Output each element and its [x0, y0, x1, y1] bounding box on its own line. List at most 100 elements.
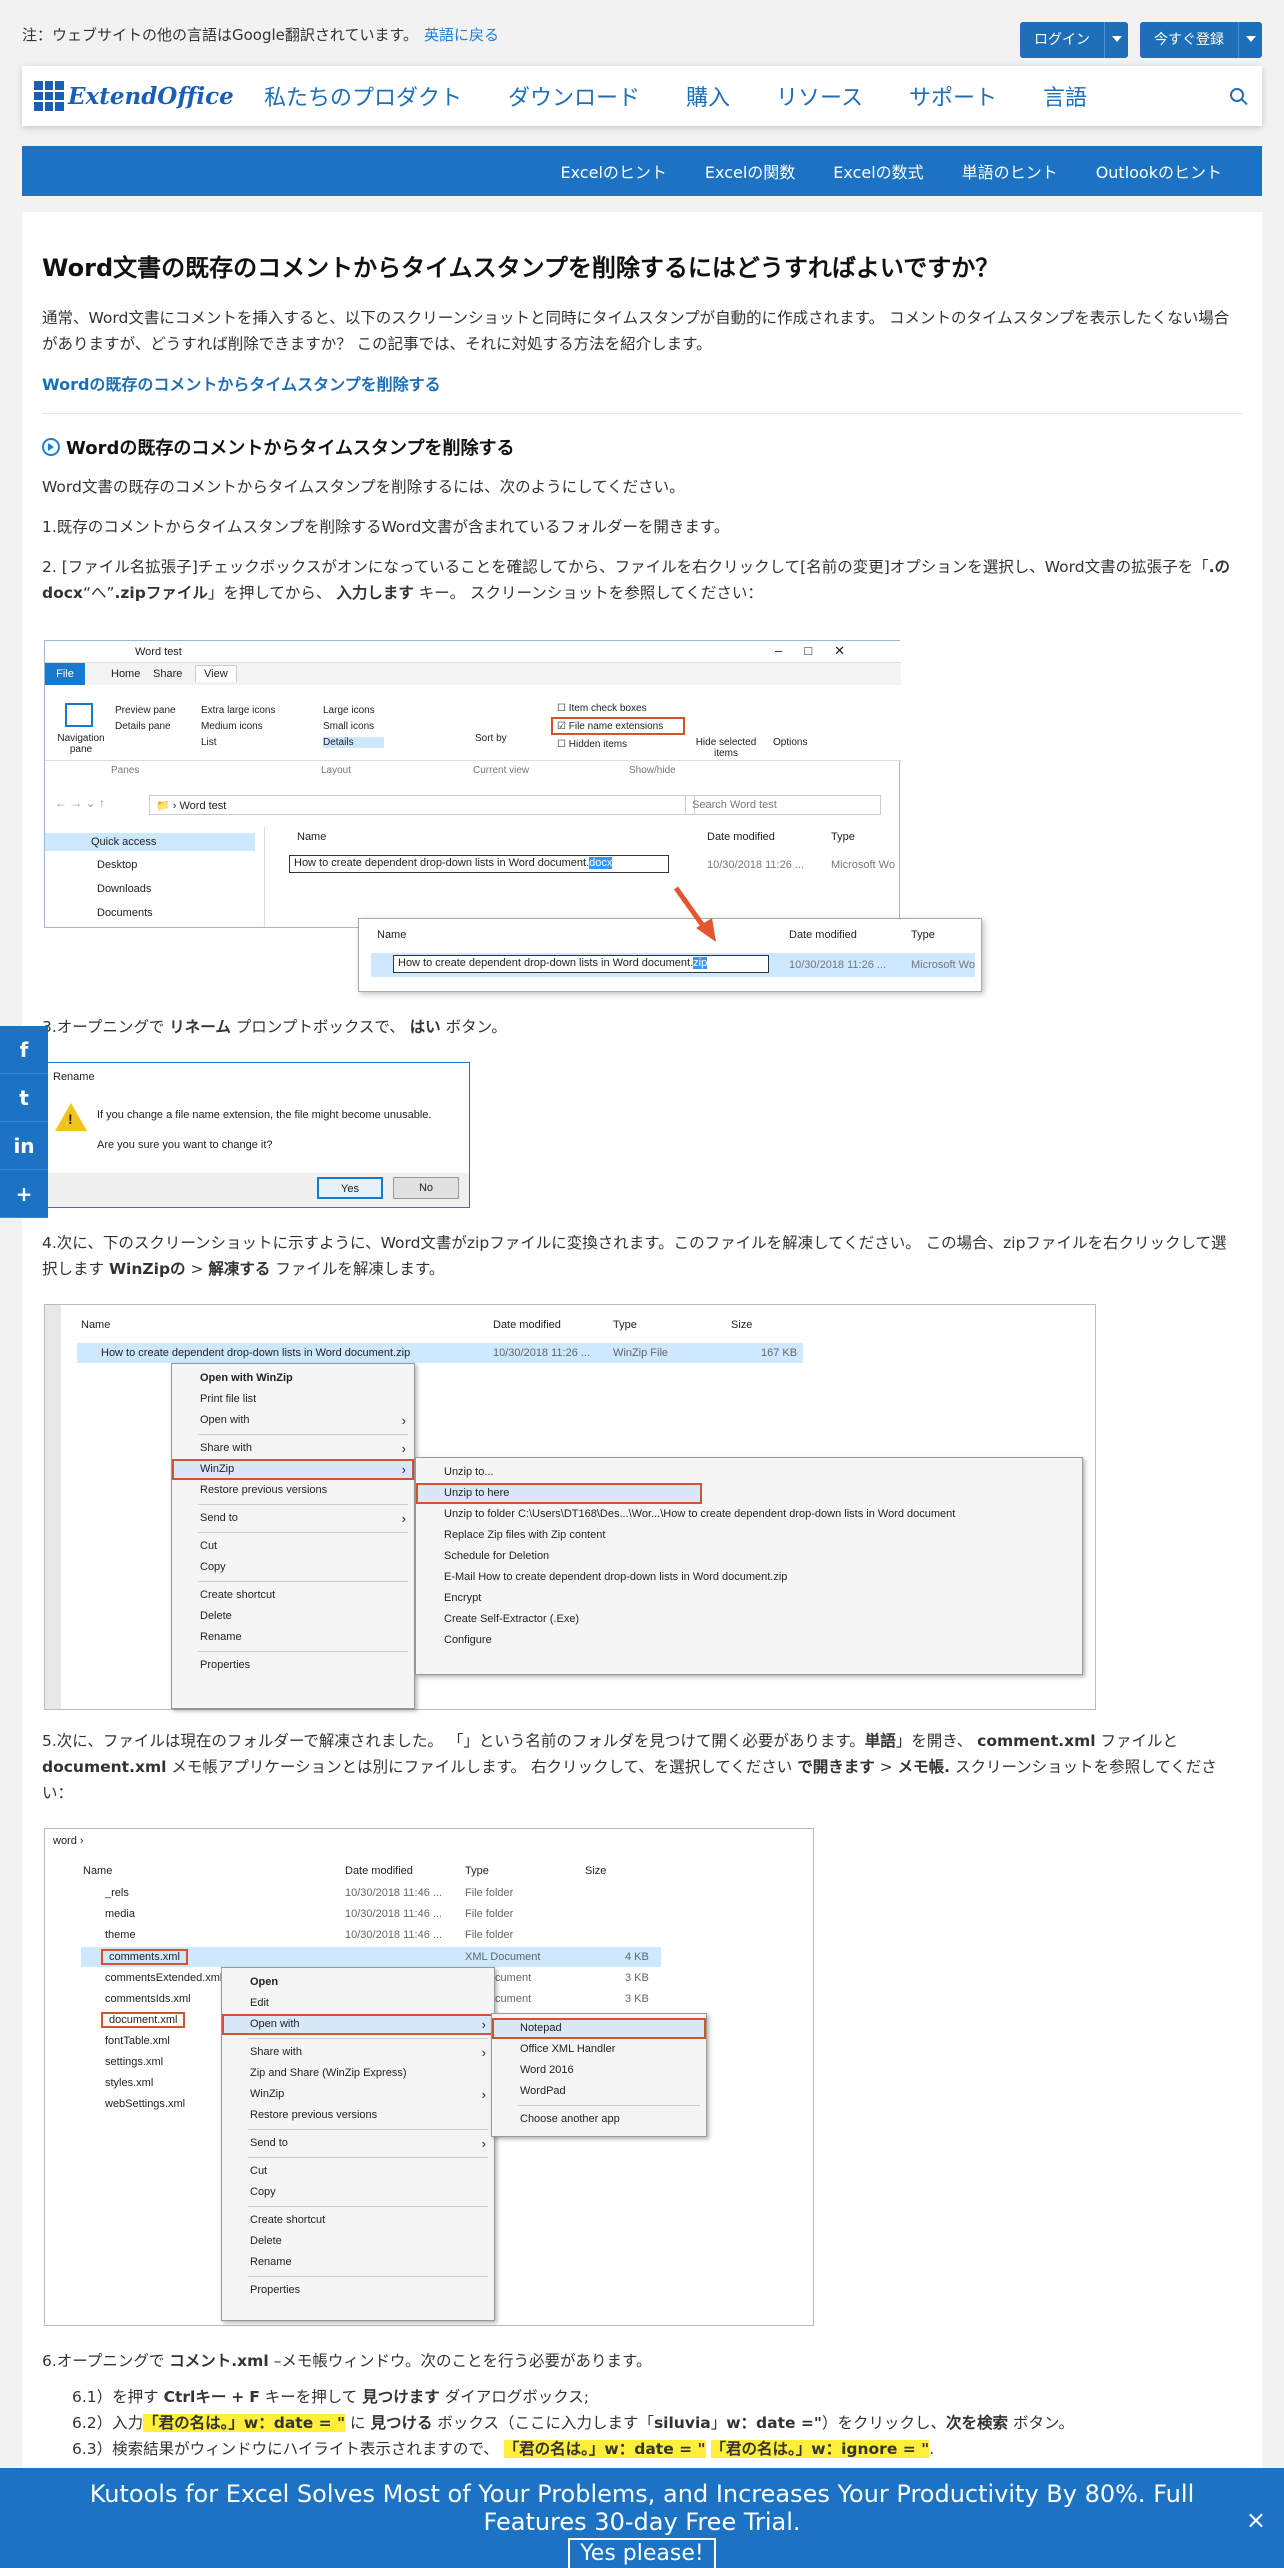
layout-list[interactable]: List	[201, 737, 217, 748]
zip-file-name[interactable]: How to create dependent drop-down lists …	[101, 1347, 410, 1359]
col-type[interactable]: Type	[831, 831, 855, 843]
sub-email[interactable]: E-Mail How to create dependent drop-down…	[416, 1567, 1082, 1588]
sidebar-documents[interactable]: Documents	[97, 907, 153, 919]
menu-print-file-list[interactable]: Print file list	[172, 1389, 414, 1410]
sub-schedule-deletion[interactable]: Schedule for Deletion	[416, 1546, 1082, 1567]
dialog-no-button[interactable]: No	[393, 1177, 459, 1199]
menu-share-with[interactable]: Share with	[172, 1438, 414, 1459]
menu-restore-versions[interactable]: Restore previous versions	[172, 1480, 414, 1501]
menu-rename[interactable]: Rename	[172, 1627, 414, 1648]
layout-large[interactable]: Large icons	[323, 705, 375, 716]
subnav-excel-formulas[interactable]: Excelの数式	[833, 159, 923, 183]
file-row-comments-extended[interactable]: commentsExtended.xml	[105, 1972, 222, 1984]
menu-winzip-xml[interactable]: WinZip	[222, 2084, 494, 2105]
menu-open-with[interactable]: Open with	[172, 1410, 414, 1431]
sub-encrypt[interactable]: Encrypt	[416, 1588, 1082, 1609]
ribbon-tab-share[interactable]: Share	[153, 668, 182, 680]
nav-item-download[interactable]: ダウンロード	[508, 80, 640, 112]
twitter-icon[interactable]: t	[0, 1074, 48, 1122]
facebook-icon[interactable]: f	[0, 1026, 48, 1074]
file-row-fonttable[interactable]: fontTable.xml	[105, 2035, 170, 2047]
plus-icon[interactable]: +	[0, 1170, 48, 1218]
menu-send-to-xml[interactable]: Send to	[222, 2133, 494, 2154]
linkedin-icon[interactable]: in	[0, 1122, 48, 1170]
file-row-settings[interactable]: settings.xml	[105, 2056, 163, 2068]
toc-link[interactable]: Wordの既存のコメントからタイムスタンプを削除する	[42, 371, 1242, 395]
subnav-outlook-tips[interactable]: Outlookのヒント	[1096, 159, 1222, 183]
menu-winzip[interactable]: WinZip	[172, 1459, 414, 1480]
sidebar-desktop[interactable]: Desktop	[97, 859, 137, 871]
file-row-comments[interactable]: comments.xml	[101, 1949, 188, 1965]
menu-zip-share[interactable]: Zip and Share (WinZip Express)	[222, 2063, 494, 2084]
close-icon[interactable]: ×	[1246, 2506, 1266, 2534]
menu-restore-xml[interactable]: Restore previous versions	[222, 2105, 494, 2126]
menu-rename-xml[interactable]: Rename	[222, 2252, 494, 2273]
subnav-word-tips[interactable]: 単語のヒント	[962, 159, 1058, 183]
sub-notepad[interactable]: Notepad	[492, 2018, 706, 2039]
menu-delete[interactable]: Delete	[172, 1606, 414, 1627]
menu-properties-xml[interactable]: Properties	[222, 2280, 494, 2301]
hide-selected-button[interactable]: Hide selected items	[691, 737, 761, 759]
search-icon[interactable]	[1230, 88, 1244, 102]
sub-self-extractor[interactable]: Create Self-Extractor (.Exe)	[416, 1609, 1082, 1630]
nav-item-support[interactable]: サポート	[909, 80, 997, 112]
menu-copy[interactable]: Copy	[172, 1557, 414, 1578]
sub-unzip-folder[interactable]: Unzip to folder C:\Users\DT168\Des...\Wo…	[416, 1504, 1082, 1525]
col-name[interactable]: Name	[297, 831, 326, 843]
ribbon-tab-view[interactable]: View	[195, 665, 237, 682]
menu-copy-xml[interactable]: Copy	[222, 2182, 494, 2203]
layout-extra-large[interactable]: Extra large icons	[201, 705, 275, 716]
file-row-media[interactable]: media	[105, 1908, 135, 1920]
address-bar[interactable]: 📁 › Word test	[149, 795, 695, 815]
nav-arrows-icon[interactable]: ← → ⌄ ↑	[55, 796, 105, 810]
menu-create-shortcut[interactable]: Create shortcut	[172, 1585, 414, 1606]
sub-office-xml[interactable]: Office XML Handler	[492, 2039, 706, 2060]
subnav-excel-functions[interactable]: Excelの関数	[705, 159, 795, 183]
menu-properties[interactable]: Properties	[172, 1655, 414, 1676]
layout-small[interactable]: Small icons	[323, 721, 374, 732]
details-pane-button[interactable]: Details pane	[115, 721, 171, 732]
menu-shortcut-xml[interactable]: Create shortcut	[222, 2210, 494, 2231]
subnav-excel-tips[interactable]: Excelのヒント	[561, 159, 667, 183]
menu-send-to[interactable]: Send to	[172, 1508, 414, 1529]
ribbon-tab-file[interactable]: File	[45, 663, 85, 685]
nav-item-resources[interactable]: リソース	[776, 80, 863, 112]
logo[interactable]: ExtendOffice	[34, 81, 234, 111]
file-row-comments-ids[interactable]: commentsIds.xml	[105, 1993, 191, 2005]
back-to-english-link[interactable]: 英語に戻る	[424, 24, 499, 45]
ribbon-tab-home[interactable]: Home	[111, 668, 140, 680]
sub-choose-app[interactable]: Choose another app	[492, 2109, 706, 2130]
sort-by-button[interactable]: Sort by	[475, 733, 507, 744]
login-dropdown-icon[interactable]	[1104, 22, 1128, 58]
sub-replace-zip[interactable]: Replace Zip files with Zip content	[416, 1525, 1082, 1546]
check-hidden-items[interactable]: ☐ Hidden items	[557, 739, 627, 750]
menu-delete-xml[interactable]: Delete	[222, 2231, 494, 2252]
menu-open-with-xml[interactable]: Open with	[222, 2014, 494, 2035]
promo-yes-button[interactable]: Yes please!	[568, 2538, 716, 2568]
preview-pane-button[interactable]: Preview pane	[115, 705, 176, 716]
menu-open-with-winzip[interactable]: Open with WinZip	[172, 1368, 414, 1389]
options-button[interactable]: Options	[773, 737, 807, 748]
col-date[interactable]: Date modified	[707, 831, 775, 843]
signup-button[interactable]: 今すぐ登録	[1140, 22, 1262, 58]
sub-configure[interactable]: Configure	[416, 1630, 1082, 1651]
file-row-document[interactable]: document.xml	[101, 2012, 186, 2028]
file-row-websettings[interactable]: webSettings.xml	[105, 2098, 185, 2110]
rename-field-docx[interactable]: How to create dependent drop-down lists …	[289, 855, 669, 873]
nav-pane-button[interactable]: Navigation pane	[51, 733, 111, 755]
menu-cut[interactable]: Cut	[172, 1536, 414, 1557]
check-item-boxes[interactable]: ☐ Item check boxes	[557, 703, 647, 714]
sidebar-downloads[interactable]: Downloads	[97, 883, 151, 895]
sub-word-2016[interactable]: Word 2016	[492, 2060, 706, 2081]
file-row-styles[interactable]: styles.xml	[105, 2077, 153, 2089]
menu-share-with-xml[interactable]: Share with	[222, 2042, 494, 2063]
file-row-theme[interactable]: theme	[105, 1929, 136, 1941]
menu-open[interactable]: Open	[222, 1972, 494, 1993]
signup-dropdown-icon[interactable]	[1238, 22, 1262, 58]
nav-item-buy[interactable]: 購入	[686, 80, 730, 112]
login-button[interactable]: ログイン	[1020, 22, 1128, 58]
rename-field-zip[interactable]: How to create dependent drop-down lists …	[393, 955, 769, 973]
sub-unzip-here[interactable]: Unzip to here	[416, 1483, 702, 1504]
nav-item-language[interactable]: 言語	[1043, 80, 1087, 112]
sub-unzip-to[interactable]: Unzip to...	[416, 1462, 1082, 1483]
